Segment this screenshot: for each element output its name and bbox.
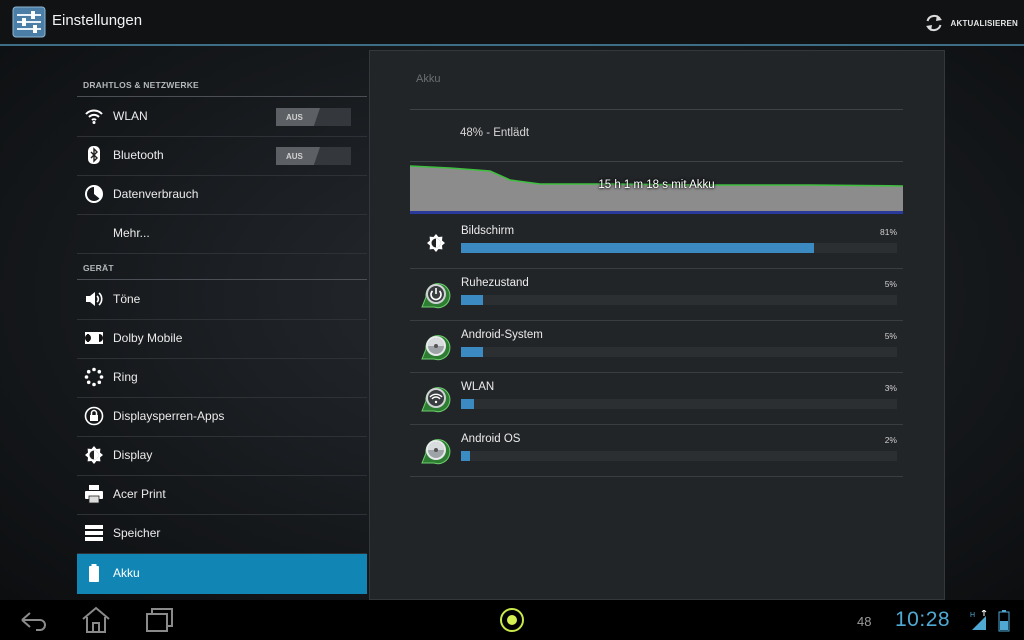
- sidebar-item-speicher[interactable]: Speicher: [77, 514, 367, 554]
- notification-count[interactable]: 48: [857, 614, 871, 629]
- home-icon[interactable]: [79, 605, 113, 635]
- usage-bar-track: [461, 451, 897, 461]
- battery-icon: [998, 610, 1010, 632]
- usage-bar-track: [461, 347, 897, 357]
- power-icon: [421, 283, 451, 309]
- usage-bar-fill: [461, 399, 475, 409]
- brightness-icon: [427, 234, 445, 252]
- sidebar-item-bluetooth[interactable]: Bluetooth AUS: [77, 136, 367, 176]
- usage-bar-track: [461, 243, 897, 253]
- ring-icon: [84, 367, 104, 387]
- recents-icon[interactable]: [143, 605, 177, 635]
- refresh-button[interactable]: AKTUALISIEREN: [923, 10, 1019, 36]
- system-nav-bar: 48 10:28 H: [0, 600, 1024, 640]
- app-title: Einstellungen: [52, 12, 143, 29]
- usage-percent: 2%: [884, 435, 897, 445]
- battery-status: 48% - Entlädt: [460, 127, 530, 139]
- usage-row-ruhezustand[interactable]: Ruhezustand 5%: [410, 269, 903, 321]
- usage-name: Android-System: [461, 329, 543, 341]
- sidebar-item-label: Dolby Mobile: [113, 331, 183, 345]
- sidebar-item-label: Acer Print: [113, 487, 166, 501]
- usage-name: Android OS: [461, 433, 521, 445]
- usage-percent: 3%: [884, 383, 897, 393]
- toggle-label: AUS: [286, 152, 303, 161]
- usage-percent: 81%: [879, 227, 897, 237]
- settings-sliders-icon[interactable]: [12, 6, 46, 38]
- back-icon[interactable]: [16, 605, 50, 635]
- sidebar-item-label: Akku: [113, 566, 140, 580]
- section-header-wireless: DRAHTLOS & NETZWERKE: [77, 70, 367, 97]
- usage-row-android-system[interactable]: Android-System 5%: [410, 321, 903, 373]
- bluetooth-toggle[interactable]: AUS: [276, 147, 351, 165]
- svg-text:H: H: [970, 612, 975, 619]
- sidebar-item-label: Bluetooth: [113, 148, 164, 162]
- usage-percent: 5%: [884, 279, 897, 289]
- storage-icon: [85, 525, 103, 541]
- graph-bottom-bar: [410, 211, 903, 214]
- sidebar-item-label: Ring: [113, 370, 138, 384]
- usage-bar-fill: [461, 295, 483, 305]
- usage-name: Ruhezustand: [461, 277, 529, 289]
- sidebar-item-ring[interactable]: Ring: [77, 358, 367, 398]
- data-usage-icon: [85, 185, 103, 203]
- usage-bar-fill: [461, 243, 815, 253]
- usage-bar-track: [461, 399, 897, 409]
- brightness-icon: [85, 446, 103, 464]
- section-header-label: DRAHTLOS & NETZWERKE: [83, 80, 199, 90]
- speaker-icon: [86, 292, 103, 306]
- bluetooth-icon: [88, 146, 100, 164]
- sidebar-item-mehr[interactable]: Mehr...: [77, 214, 367, 254]
- panel-title: Akku: [416, 73, 441, 85]
- sidebar-item-acer-print[interactable]: Acer Print: [77, 475, 367, 515]
- clock[interactable]: 10:28: [895, 608, 950, 632]
- lock-apps-icon: [84, 406, 104, 426]
- wlan-toggle[interactable]: AUS: [276, 108, 351, 126]
- android-os-icon: [421, 439, 451, 465]
- usage-row-bildschirm[interactable]: Bildschirm 81%: [410, 217, 903, 269]
- sidebar-item-label: Display: [113, 448, 153, 462]
- sidebar-item-label: Speicher: [113, 526, 161, 540]
- printer-icon: [85, 485, 103, 504]
- usage-bar-fill: [461, 451, 470, 461]
- usage-name: WLAN: [461, 381, 495, 393]
- usage-row-wlan[interactable]: WLAN 3%: [410, 373, 903, 425]
- section-header-device: GERÄT: [77, 253, 367, 280]
- refresh-label: AKTUALISIEREN: [950, 18, 1018, 28]
- sidebar-item-label: Datenverbrauch: [113, 187, 199, 201]
- sidebar-item-label: Mehr...: [113, 226, 150, 240]
- refresh-icon: [925, 15, 942, 31]
- sidebar-item-display[interactable]: Display: [77, 436, 367, 476]
- battery-detail-panel: Akku 48% - Entlädt 15 h 1 m 18 s mit Akk…: [369, 50, 945, 600]
- usage-bar-fill: [461, 347, 483, 357]
- sidebar-item-datenverbrauch[interactable]: Datenverbrauch: [77, 175, 367, 215]
- sidebar-item-label: WLAN: [113, 109, 148, 123]
- dolby-icon: [85, 332, 103, 344]
- sidebar-item-wlan[interactable]: WLAN AUS: [77, 97, 367, 137]
- android-system-icon: [421, 335, 451, 361]
- wifi-icon: [421, 387, 451, 413]
- usage-bar-track: [461, 295, 897, 305]
- usage-percent: 5%: [884, 331, 897, 341]
- sidebar-item-toene[interactable]: Töne: [77, 280, 367, 320]
- sidebar-item-label: Displaysperren-Apps: [113, 409, 225, 423]
- action-bar: Einstellungen AKTUALISIEREN: [0, 0, 1024, 46]
- usage-row-android-os[interactable]: Android OS 2%: [410, 425, 903, 477]
- sidebar-item-displaysperren-apps[interactable]: Displaysperren-Apps: [77, 397, 367, 437]
- sidebar-item-label: Töne: [113, 292, 141, 306]
- sidebar-item-akku[interactable]: Akku: [77, 554, 367, 594]
- graph-label: 15 h 1 m 18 s mit Akku: [598, 179, 715, 191]
- usage-name: Bildschirm: [461, 225, 515, 237]
- toggle-label: AUS: [286, 113, 303, 122]
- hsdpa-signal-icon: H: [970, 610, 987, 630]
- battery-icon: [89, 564, 99, 582]
- divider: [410, 109, 903, 110]
- section-header-label: GERÄT: [83, 263, 114, 273]
- main-area: DRAHTLOS & NETZWERKE WLAN AUS Bluetooth: [0, 46, 1024, 600]
- wifi-icon: [85, 109, 103, 124]
- sidebar-item-dolby-mobile[interactable]: Dolby Mobile: [77, 319, 367, 359]
- ring-launcher-icon[interactable]: [495, 605, 529, 635]
- settings-list: DRAHTLOS & NETZWERKE WLAN AUS Bluetooth: [77, 46, 367, 600]
